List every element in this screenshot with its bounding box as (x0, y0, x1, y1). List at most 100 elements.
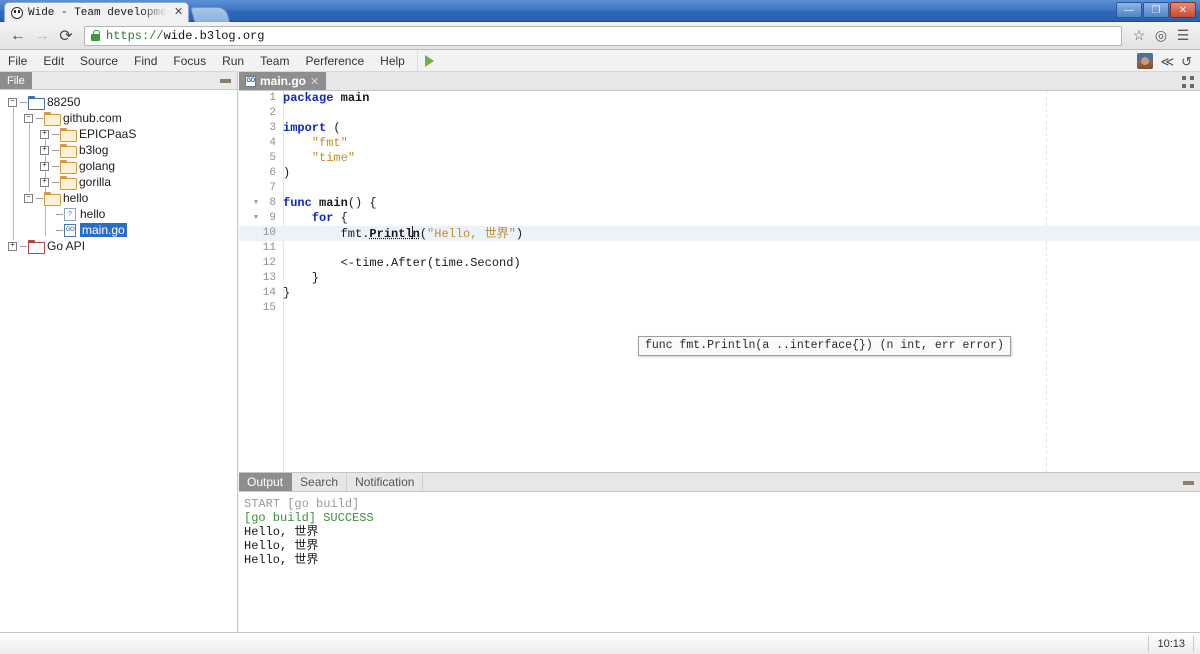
file-tree[interactable]: − 88250 − github.com + EPICPaaS + b3log … (0, 91, 237, 654)
new-tab-button[interactable] (190, 7, 231, 22)
tree-item-main-go[interactable]: GO main.go (0, 222, 237, 238)
menu-find[interactable]: Find (126, 51, 165, 71)
tree-expander-icon (44, 210, 53, 219)
folder-icon (44, 192, 61, 206)
menu-perference[interactable]: Perference (297, 51, 372, 71)
tree-item-label: hello (63, 191, 89, 205)
tree-expander-icon[interactable]: + (40, 161, 49, 171)
code-line[interactable]: 13 } (239, 271, 1200, 286)
file-panel-minimize-button[interactable] (220, 79, 231, 83)
editor-maximize-button[interactable] (1182, 76, 1194, 88)
tree-expander-icon[interactable]: − (24, 193, 33, 203)
fold-arrow-icon[interactable]: ▼ (251, 211, 261, 226)
code-line-text: for { (311, 211, 348, 225)
browser-tab[interactable]: Wide - Team development ✕ (4, 2, 190, 22)
menu-source[interactable]: Source (72, 51, 126, 71)
code-line[interactable]: 4 "fmt" (239, 136, 1200, 151)
tree-item-label: main.go (80, 223, 127, 237)
line-number: 7 (269, 182, 276, 194)
tree-expander-icon[interactable]: + (40, 177, 49, 187)
code-line[interactable]: 12 <-time.After(time.Second) (239, 256, 1200, 271)
code-line[interactable]: ▼ 9 for { (239, 211, 1200, 226)
maximize-corner (1182, 84, 1186, 88)
tree-item-epicpaas[interactable]: + EPICPaaS (0, 126, 237, 142)
logout-icon[interactable]: ↺ (1181, 55, 1192, 68)
code-line[interactable]: 6) (239, 166, 1200, 181)
code-line[interactable]: 1 package main (239, 91, 1200, 106)
tree-expander-icon[interactable]: − (8, 97, 17, 107)
code-line[interactable]: 10 fmt.Println("Hello, 世界") (239, 225, 1200, 241)
tab-file[interactable]: File (0, 72, 32, 89)
menu-focus[interactable]: Focus (165, 51, 214, 71)
run-triangle-icon (424, 54, 434, 67)
tree-item-github-com[interactable]: − github.com (0, 110, 237, 126)
tree-item-88250[interactable]: − 88250 (0, 94, 237, 110)
menu-run[interactable]: Run (214, 51, 252, 71)
menu-edit[interactable]: Edit (35, 51, 72, 71)
code-line[interactable]: 5 "time" (239, 151, 1200, 166)
profile-icon[interactable]: ◎ (1150, 25, 1172, 47)
line-number: 2 (269, 107, 276, 119)
tab-notification[interactable]: Notification (347, 473, 424, 491)
output-tabbar: Output Search Notification (239, 473, 1200, 492)
back-icon[interactable]: ← (6, 24, 30, 48)
code-line[interactable]: 2 (239, 106, 1200, 121)
reload-icon[interactable]: ⟳ (54, 24, 78, 48)
share-icon[interactable]: ≪ (1160, 55, 1174, 68)
code-line[interactable]: 7 (239, 181, 1200, 196)
tree-expander-icon[interactable]: + (40, 129, 49, 139)
code-line[interactable]: 14} (239, 286, 1200, 301)
url-scheme: https:// (106, 28, 164, 43)
maximize-corner (1190, 84, 1194, 88)
window-close-button[interactable]: ✕ (1170, 2, 1196, 18)
maximize-corner (1182, 76, 1186, 80)
tree-expander-icon[interactable]: + (8, 241, 17, 251)
menu-file[interactable]: File (0, 51, 35, 71)
line-number: 5 (269, 152, 276, 164)
forward-icon[interactable]: → (30, 24, 54, 48)
code-line[interactable]: 3 import ( (239, 121, 1200, 136)
menu-help[interactable]: Help (372, 51, 413, 71)
output-panel-minimize-button[interactable] (1183, 481, 1194, 485)
window-restore-button[interactable]: ❐ (1143, 2, 1169, 18)
tree-expander-icon[interactable]: − (24, 113, 33, 123)
editor-tab-main-go[interactable]: GO main.go ✕ (239, 72, 327, 90)
wide-ide: File Edit Source Find Focus Run Team Per… (0, 50, 1200, 654)
avatar[interactable] (1137, 53, 1154, 69)
close-icon[interactable]: ✕ (310, 75, 319, 88)
code-line[interactable]: ▼ 8 func main() { (239, 196, 1200, 211)
close-icon[interactable]: ✕ (174, 7, 183, 18)
code-line[interactable]: 15 (239, 301, 1200, 316)
tree-item-b3log[interactable]: + b3log (0, 142, 237, 158)
bookmark-star-icon[interactable]: ☆ (1128, 25, 1150, 47)
address-bar[interactable]: https://wide.b3log.org (84, 25, 1122, 46)
tab-output[interactable]: Output (239, 473, 293, 491)
tree-item-label: b3log (79, 143, 109, 157)
code-editor[interactable]: 1 package main 2 3 import (4 "fmt" 5 "time" 6)… (239, 91, 1200, 472)
output-log: START [go build] [go build] SUCCESS Hell… (239, 492, 1200, 632)
browser-menu-icon[interactable]: ☰ (1172, 25, 1194, 47)
tree-item-hello-folder[interactable]: − hello (0, 190, 237, 206)
binary-file-icon: ? (64, 207, 76, 221)
line-number: 12 (262, 257, 276, 269)
code-line-text: <-time.After(time.Second) (283, 256, 521, 270)
run-button[interactable] (416, 50, 441, 71)
line-number: 6 (269, 167, 276, 179)
tree-item-golang[interactable]: + golang (0, 158, 237, 174)
tab-search[interactable]: Search (292, 473, 348, 491)
fold-arrow-icon[interactable]: ▼ (251, 196, 261, 211)
tree-expander-icon (44, 226, 53, 235)
tree-item-gorilla[interactable]: + gorilla (0, 174, 237, 190)
tree-item-label: Go API (47, 239, 86, 253)
tree-connector (52, 149, 59, 151)
menu-team[interactable]: Team (252, 51, 297, 71)
output-log-line: Hello, 世界 (244, 539, 319, 553)
browser-tabstrip: Wide - Team development ✕ (4, 1, 231, 22)
tree-item-go-api[interactable]: + Go API (0, 238, 237, 254)
code-line[interactable]: 11 (239, 241, 1200, 256)
tree-expander-icon[interactable]: + (40, 145, 49, 155)
folder-icon (60, 144, 77, 158)
tree-item-hello-file[interactable]: ? hello (0, 206, 237, 222)
window-minimize-button[interactable]: — (1116, 2, 1142, 18)
folder-icon (28, 240, 45, 254)
